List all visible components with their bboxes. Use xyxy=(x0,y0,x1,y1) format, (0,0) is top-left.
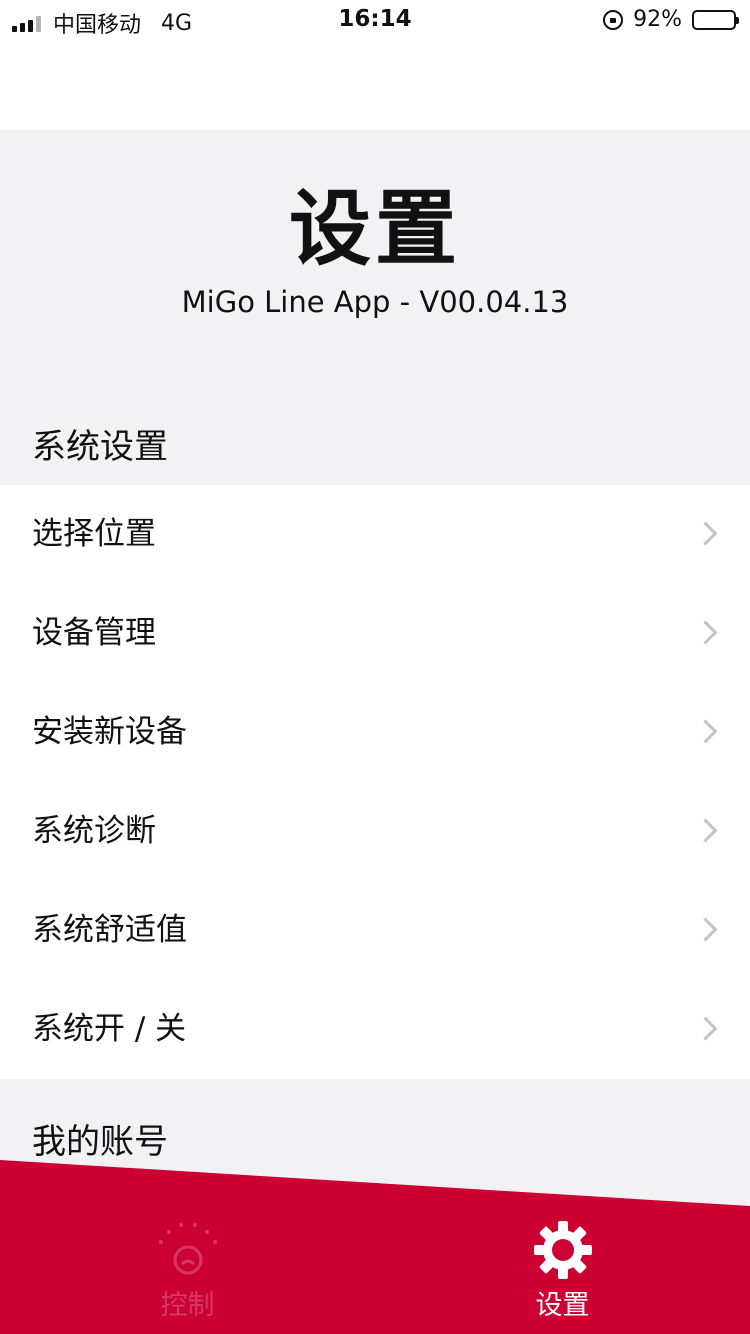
page-header: 设置 MiGo Line App - V00.04.13 xyxy=(0,130,750,410)
tab-bar: 控制 设置 xyxy=(0,1160,750,1334)
page-title: 设置 xyxy=(288,182,461,277)
app-version: MiGo Line App - V00.04.13 xyxy=(181,285,569,319)
chevron-right-icon xyxy=(693,719,718,744)
chevron-right-icon xyxy=(693,1016,718,1041)
tab-control[interactable]: 控制 xyxy=(0,1160,375,1334)
status-bar: 中国移动 4G 16:14 92% xyxy=(0,0,750,40)
menu-item-system-diagnosis[interactable]: 系统诊断 xyxy=(0,782,750,881)
nav-spacer xyxy=(0,40,750,130)
status-right: 92% xyxy=(603,7,739,32)
section-title-system: 系统设置 xyxy=(32,427,168,467)
chevron-right-icon xyxy=(693,521,718,546)
menu-item-system-power[interactable]: 系统开 / 关 xyxy=(0,980,750,1079)
menu-item-device-management[interactable]: 设备管理 xyxy=(0,584,750,683)
tab-label-settings: 设置 xyxy=(535,1290,590,1321)
gear-icon xyxy=(533,1221,592,1279)
menu-item-label: 系统诊断 xyxy=(32,813,156,849)
menu-item-label: 安装新设备 xyxy=(32,714,187,750)
menu-item-label: 选择位置 xyxy=(32,516,156,552)
chevron-right-icon xyxy=(693,917,718,942)
menu-item-label: 设备管理 xyxy=(32,615,156,651)
battery-icon xyxy=(692,9,739,30)
tab-settings[interactable]: 设置 xyxy=(375,1160,750,1334)
section-title-account: 我的账号 xyxy=(32,1122,168,1162)
menu-item-comfort-value[interactable]: 系统舒适值 xyxy=(0,881,750,980)
menu-item-label: 系统舒适值 xyxy=(32,912,187,948)
tab-label-control: 控制 xyxy=(160,1290,215,1321)
chevron-right-icon xyxy=(693,818,718,843)
menu-item-install-device[interactable]: 安装新设备 xyxy=(0,683,750,782)
menu-item-select-location[interactable]: 选择位置 xyxy=(0,485,750,584)
menu-item-label: 系统开 / 关 xyxy=(32,1011,187,1047)
system-settings-list: 选择位置 设备管理 安装新设备 系统诊断 系统舒适值 系统开 / 关 xyxy=(0,485,750,1079)
thermostat-icon xyxy=(158,1223,217,1275)
battery-percent: 92% xyxy=(633,7,682,32)
rotation-lock-icon xyxy=(603,9,624,30)
chevron-right-icon xyxy=(693,620,718,645)
